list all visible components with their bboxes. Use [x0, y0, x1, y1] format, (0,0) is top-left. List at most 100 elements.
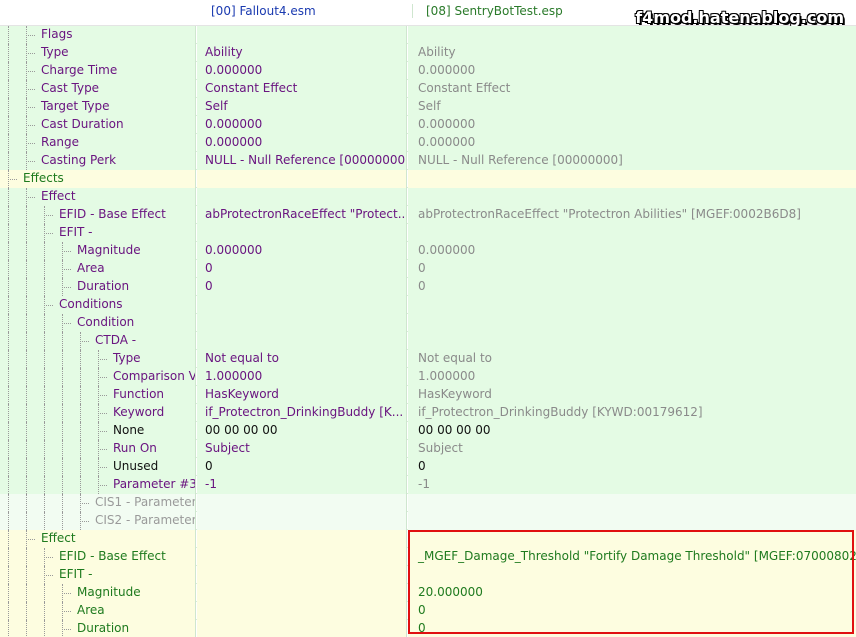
tree-label-cell[interactable]: Magnitude: [0, 242, 196, 260]
tree-row[interactable]: Duration 0 0: [0, 278, 856, 296]
tree-label-cell[interactable]: Area: [0, 260, 196, 278]
column-header-fallout4[interactable]: [00] Fallout4.esm: [203, 4, 413, 18]
value-cell-fallout4[interactable]: [197, 224, 407, 242]
value-cell-fallout4[interactable]: [197, 602, 407, 620]
tree-row[interactable]: Function HasKeyword HasKeyword: [0, 386, 856, 404]
tree-row[interactable]: EFID - Base Effect abProtectronRaceEffect…: [0, 206, 856, 224]
value-cell-fallout4[interactable]: NULL - Null Reference [00000000]: [197, 152, 407, 170]
tree-label-cell[interactable]: Effect: [0, 530, 196, 548]
tree-row[interactable]: Parameter #3 -1 -1: [0, 476, 856, 494]
value-cell-sentrybottest[interactable]: 0: [408, 278, 856, 296]
value-cell-sentrybottest[interactable]: 0.000000: [408, 134, 856, 152]
tree-label-cell[interactable]: EFID - Base Effect: [0, 206, 196, 224]
tree-label-cell[interactable]: Range: [0, 134, 196, 152]
value-cell-fallout4[interactable]: [197, 188, 407, 206]
value-cell-sentrybottest[interactable]: Self: [408, 98, 856, 116]
value-cell-sentrybottest[interactable]: [408, 26, 856, 44]
tree-label-cell[interactable]: None: [0, 422, 196, 440]
tree-row[interactable]: Target Type Self Self: [0, 98, 856, 116]
tree-row[interactable]: Conditions: [0, 296, 856, 314]
value-cell-sentrybottest[interactable]: 0: [408, 602, 856, 620]
tree-row[interactable]: Condition: [0, 314, 856, 332]
tree-row[interactable]: Effect: [0, 188, 856, 206]
value-cell-fallout4[interactable]: Not equal to: [197, 350, 407, 368]
value-cell-fallout4[interactable]: [197, 296, 407, 314]
tree-row[interactable]: Flags: [0, 26, 856, 44]
value-cell-fallout4[interactable]: 0.000000: [197, 116, 407, 134]
value-cell-fallout4[interactable]: HasKeyword: [197, 386, 407, 404]
value-cell-sentrybottest[interactable]: -1: [408, 476, 856, 494]
value-cell-fallout4[interactable]: 0.000000: [197, 134, 407, 152]
tree-row[interactable]: Keyword if_Protectron_DrinkingBuddy [K...…: [0, 404, 856, 422]
value-cell-fallout4[interactable]: Subject: [197, 440, 407, 458]
tree-row[interactable]: Casting Perk NULL - Null Reference [00000…: [0, 152, 856, 170]
value-cell-sentrybottest[interactable]: Constant Effect: [408, 80, 856, 98]
tree-label-cell[interactable]: EFIT -: [0, 224, 196, 242]
tree-row[interactable]: Charge Time 0.000000 0.000000: [0, 62, 856, 80]
tree-label-cell[interactable]: Keyword: [0, 404, 196, 422]
value-cell-sentrybottest[interactable]: [408, 512, 856, 530]
value-cell-fallout4[interactable]: 0: [197, 260, 407, 278]
value-cell-fallout4[interactable]: [197, 620, 407, 637]
tree-label-cell[interactable]: Cast Type: [0, 80, 196, 98]
tree-label-cell[interactable]: Duration: [0, 620, 196, 637]
tree-label-cell[interactable]: Type: [0, 44, 196, 62]
value-cell-fallout4[interactable]: 0.000000: [197, 62, 407, 80]
tree-label-cell[interactable]: EFIT -: [0, 566, 196, 584]
value-cell-fallout4[interactable]: [197, 530, 407, 548]
tree-row[interactable]: Area 0 0: [0, 260, 856, 278]
value-cell-sentrybottest[interactable]: 0: [408, 620, 856, 637]
value-cell-sentrybottest[interactable]: 1.000000: [408, 368, 856, 386]
value-cell-fallout4[interactable]: [197, 332, 407, 350]
tree-row[interactable]: Magnitude 20.000000: [0, 584, 856, 602]
value-cell-sentrybottest[interactable]: [408, 224, 856, 242]
value-cell-sentrybottest[interactable]: if_Protectron_DrinkingBuddy [KYWD:001796…: [408, 404, 856, 422]
tree-label-cell[interactable]: Type: [0, 350, 196, 368]
value-cell-sentrybottest[interactable]: [408, 314, 856, 332]
value-cell-fallout4[interactable]: abProtectronRaceEffect "Protect...: [197, 206, 407, 224]
tree-label-cell[interactable]: Function: [0, 386, 196, 404]
tree-row[interactable]: Unused 0 0: [0, 458, 856, 476]
value-cell-sentrybottest[interactable]: _MGEF_Damage_Threshold "Fortify Damage T…: [408, 548, 856, 566]
tree-row[interactable]: Effect: [0, 530, 856, 548]
tree-row[interactable]: EFID - Base Effect _MGEF_Damage_Threshold…: [0, 548, 856, 566]
value-cell-fallout4[interactable]: [197, 584, 407, 602]
tree-row[interactable]: Type Not equal to Not equal to: [0, 350, 856, 368]
value-cell-fallout4[interactable]: [197, 512, 407, 530]
tree-label-cell[interactable]: Condition: [0, 314, 196, 332]
value-cell-sentrybottest[interactable]: 0: [408, 458, 856, 476]
tree-row[interactable]: Run On Subject Subject: [0, 440, 856, 458]
value-cell-fallout4[interactable]: Self: [197, 98, 407, 116]
value-cell-sentrybottest[interactable]: 00 00 00 00: [408, 422, 856, 440]
value-cell-sentrybottest[interactable]: Ability: [408, 44, 856, 62]
tree-row[interactable]: CIS2 - Parameter...: [0, 512, 856, 530]
tree-label-cell[interactable]: Area: [0, 602, 196, 620]
tree-label-cell[interactable]: CTDA -: [0, 332, 196, 350]
tree-row[interactable]: None 00 00 00 00 00 00 00 00: [0, 422, 856, 440]
value-cell-fallout4[interactable]: [197, 170, 407, 188]
value-cell-fallout4[interactable]: 1.000000: [197, 368, 407, 386]
tree-row[interactable]: Comparison V...1.0000001.000000: [0, 368, 856, 386]
value-cell-sentrybottest[interactable]: 20.000000: [408, 584, 856, 602]
value-cell-sentrybottest[interactable]: [408, 188, 856, 206]
tree-row[interactable]: Cast Duration 0.000000 0.000000: [0, 116, 856, 134]
value-cell-fallout4[interactable]: 0: [197, 458, 407, 476]
value-cell-fallout4[interactable]: [197, 566, 407, 584]
value-cell-sentrybottest[interactable]: abProtectronRaceEffect "Protectron Abili…: [408, 206, 856, 224]
tree-row[interactable]: Type Ability Ability: [0, 44, 856, 62]
value-cell-sentrybottest[interactable]: HasKeyword: [408, 386, 856, 404]
tree-row[interactable]: EFIT -: [0, 224, 856, 242]
value-cell-sentrybottest[interactable]: NULL - Null Reference [00000000]: [408, 152, 856, 170]
tree-label-cell[interactable]: Duration: [0, 278, 196, 296]
value-cell-sentrybottest[interactable]: [408, 494, 856, 512]
value-cell-fallout4[interactable]: [197, 494, 407, 512]
tree-label-cell[interactable]: EFID - Base Effect: [0, 548, 196, 566]
value-cell-fallout4[interactable]: 0.000000: [197, 242, 407, 260]
tree-label-cell[interactable]: Cast Duration: [0, 116, 196, 134]
tree-label-cell[interactable]: CIS1 - Parameter...: [0, 494, 196, 512]
value-cell-fallout4[interactable]: [197, 314, 407, 332]
value-cell-fallout4[interactable]: 0: [197, 278, 407, 296]
tree-label-cell[interactable]: Target Type: [0, 98, 196, 116]
tree-row[interactable]: Cast Type Constant Effect Constant Effect: [0, 80, 856, 98]
tree-label-cell[interactable]: Run On: [0, 440, 196, 458]
